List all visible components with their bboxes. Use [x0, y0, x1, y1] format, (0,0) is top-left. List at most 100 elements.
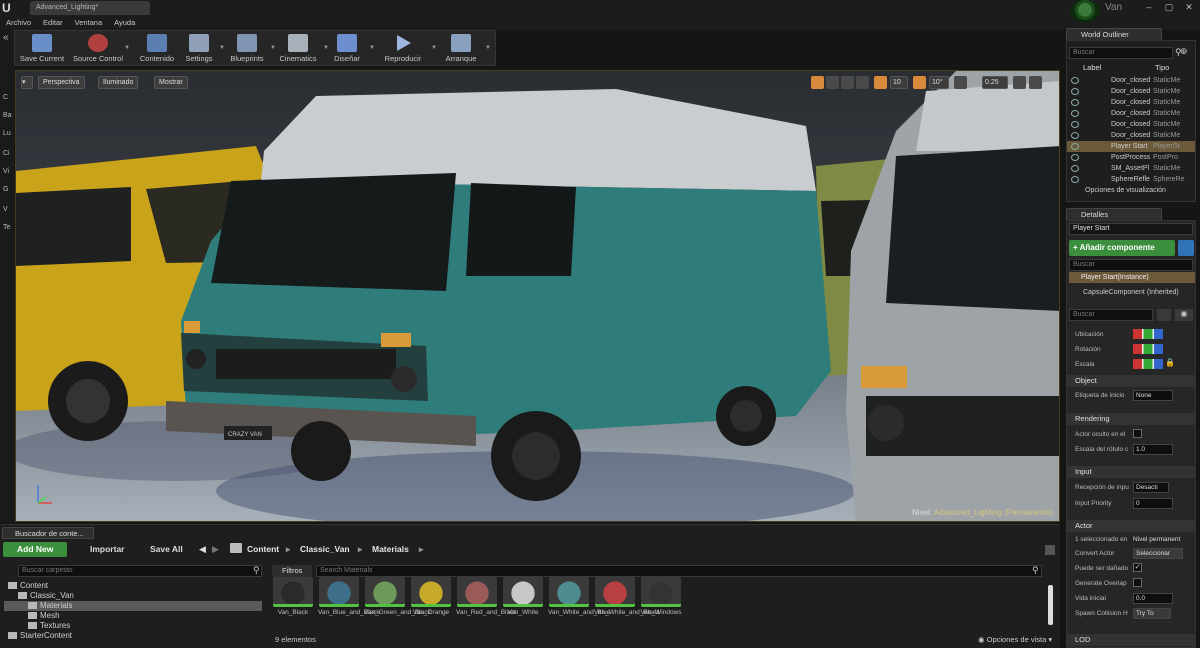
capsule-component-row[interactable]: CapsuleComponent (Inherited): [1069, 289, 1195, 296]
section-input[interactable]: Input: [1067, 466, 1195, 478]
folder-tree-item[interactable]: StarterContent: [4, 631, 72, 641]
hidden-in-game-checkbox[interactable]: [1133, 429, 1142, 438]
add-component-button[interactable]: + Añadir componente: [1069, 240, 1175, 256]
visibility-eye-icon[interactable]: [1071, 132, 1079, 139]
grid-view-icon[interactable]: [1157, 309, 1171, 321]
chevron-down-icon[interactable]: ▼: [124, 45, 130, 51]
rotation-snap-icon[interactable]: [913, 76, 926, 89]
filters-button[interactable]: Filtros: [272, 565, 312, 577]
camera-speed-icon[interactable]: [1013, 76, 1026, 89]
scale-vector-field[interactable]: [1133, 359, 1163, 369]
visibility-eye-icon[interactable]: [1071, 121, 1079, 128]
chevron-down-icon[interactable]: ▼: [369, 45, 375, 51]
design-button[interactable]: Diseñar: [329, 32, 365, 66]
visibility-eye-icon[interactable]: [1071, 154, 1079, 161]
outliner-row[interactable]: Door_closed StaticMe: [1067, 108, 1195, 119]
asset-tile[interactable]: Van_White_and_Blue: [548, 577, 610, 617]
component-instance-row[interactable]: Player Start(Instance): [1069, 272, 1195, 283]
minimize-icon[interactable]: –: [1140, 2, 1158, 12]
input-priority-field[interactable]: 0: [1133, 498, 1173, 509]
outliner-row[interactable]: Door_closed StaticMe: [1067, 75, 1195, 86]
asset-tile[interactable]: Van_Red_and_Black: [456, 577, 517, 617]
visibility-eye-icon[interactable]: [1071, 165, 1079, 172]
lit-mode-button[interactable]: Iluminado: [98, 76, 139, 89]
cinematics-button[interactable]: Cinematics: [275, 32, 321, 66]
maximize-icon[interactable]: ▢: [1160, 2, 1178, 12]
section-object[interactable]: Object: [1067, 375, 1195, 387]
can-be-damaged-checkbox[interactable]: ✓: [1133, 563, 1142, 572]
mode-item[interactable]: Te: [3, 224, 10, 231]
outliner-row[interactable]: Door_closed StaticMe: [1067, 86, 1195, 97]
outliner-row[interactable]: Door_closed StaticMe: [1067, 97, 1195, 108]
outliner-row[interactable]: SM_AssetPl StaticMe: [1067, 163, 1195, 174]
viewport-menu-button[interactable]: ▾: [21, 76, 33, 89]
menu-archivo[interactable]: Archivo: [6, 18, 31, 27]
outliner-view-options[interactable]: Opciones de visualización: [1085, 187, 1166, 194]
eye-icon[interactable]: ◉: [1175, 309, 1193, 321]
convert-actor-dropdown[interactable]: Seleccionar: [1133, 548, 1183, 559]
breadcrumb-classic-van[interactable]: Classic_Van: [300, 544, 350, 554]
section-rendering[interactable]: Rendering: [1067, 413, 1195, 425]
view-options-button[interactable]: ◉ Opciones de vista ▾: [978, 635, 1052, 644]
section-lod[interactable]: LOD: [1067, 634, 1195, 646]
chevron-down-icon[interactable]: ▼: [431, 45, 437, 51]
spawn-collision-dropdown[interactable]: Try To: [1133, 608, 1171, 619]
asset-search-input[interactable]: Search Materials: [316, 565, 1042, 577]
mode-item[interactable]: Ci: [3, 150, 10, 157]
asset-tile[interactable]: Van_Green_and_Black: [364, 577, 431, 617]
search-icon[interactable]: ⚲: [253, 565, 260, 576]
scale-snap-value[interactable]: 0.25: [982, 76, 1008, 89]
mode-item[interactable]: C: [3, 94, 8, 101]
play-button[interactable]: Reproducir: [379, 32, 427, 66]
blueprint-icon[interactable]: [1178, 240, 1194, 256]
perspective-button[interactable]: Perspectiva: [38, 76, 85, 89]
outliner-search-input[interactable]: Buscar: [1069, 47, 1173, 59]
rotate-icon[interactable]: [826, 76, 839, 89]
source-control-button[interactable]: Source Control: [69, 32, 127, 66]
level-viewport[interactable]: CRAZY VAN ▾ Perspectiva Iluminado Mostra…: [15, 70, 1060, 522]
menu-ventana[interactable]: Ventana: [75, 18, 103, 27]
add-actor-icon[interactable]: ⊕: [1180, 46, 1188, 57]
rotation-vector-field[interactable]: [1133, 344, 1163, 354]
chevron-down-icon[interactable]: ▼: [485, 45, 491, 51]
visibility-eye-icon[interactable]: [1071, 176, 1079, 183]
grid-snap-icon[interactable]: [874, 76, 887, 89]
outliner-row[interactable]: Player Start PlayerSt: [1067, 141, 1195, 152]
sprite-scale-field[interactable]: 1.0: [1133, 444, 1173, 455]
add-new-button[interactable]: Add New: [3, 542, 67, 557]
mode-item[interactable]: V: [3, 206, 8, 213]
lock-icon[interactable]: [1045, 545, 1055, 555]
folder-tree-item[interactable]: Content: [4, 581, 48, 591]
blueprints-button[interactable]: Blueprints: [227, 32, 267, 66]
folder-tree-item[interactable]: Textures: [4, 621, 70, 631]
user-avatar[interactable]: [1070, 0, 1100, 22]
chevron-down-icon[interactable]: ▼: [219, 45, 225, 51]
world-space-icon[interactable]: [856, 76, 869, 89]
asset-tile[interactable]: Van_Blue_and_Black: [318, 577, 380, 617]
outliner-row[interactable]: Door_closed StaticMe: [1067, 130, 1195, 141]
maximize-viewport-icon[interactable]: [1029, 76, 1042, 89]
mode-item[interactable]: Vi: [3, 168, 9, 175]
details-tab[interactable]: Detalles: [1066, 208, 1162, 220]
visibility-eye-icon[interactable]: [1071, 88, 1079, 95]
save-current-button[interactable]: Save Current: [17, 32, 67, 66]
unreal-logo-icon[interactable]: U: [2, 1, 16, 15]
scale-snap-icon[interactable]: [954, 76, 967, 89]
asset-scrollbar[interactable]: [1048, 585, 1053, 625]
asset-tile[interactable]: Van_White_and_Blue1: [594, 577, 660, 617]
lock-icon[interactable]: 🔒: [1165, 358, 1175, 367]
close-icon[interactable]: ✕: [1180, 2, 1198, 12]
section-actor[interactable]: Actor: [1067, 520, 1195, 532]
asset-tile[interactable]: Van_White: [502, 577, 544, 617]
settings-button[interactable]: Settings: [181, 32, 217, 66]
outliner-row[interactable]: Door_closed StaticMe: [1067, 119, 1195, 130]
show-button[interactable]: Mostrar: [154, 76, 188, 89]
search-icon[interactable]: ⚲: [1032, 565, 1039, 576]
component-search-input[interactable]: Buscar: [1069, 259, 1193, 271]
save-all-button[interactable]: Save All: [138, 542, 183, 557]
details-search-input[interactable]: Buscar: [1069, 309, 1153, 321]
grid-snap-value[interactable]: 10: [890, 76, 908, 89]
collapse-icon[interactable]: «: [3, 32, 9, 43]
outliner-row[interactable]: PostProcess PostPro: [1067, 152, 1195, 163]
initial-life-field[interactable]: 0.0: [1133, 593, 1173, 604]
